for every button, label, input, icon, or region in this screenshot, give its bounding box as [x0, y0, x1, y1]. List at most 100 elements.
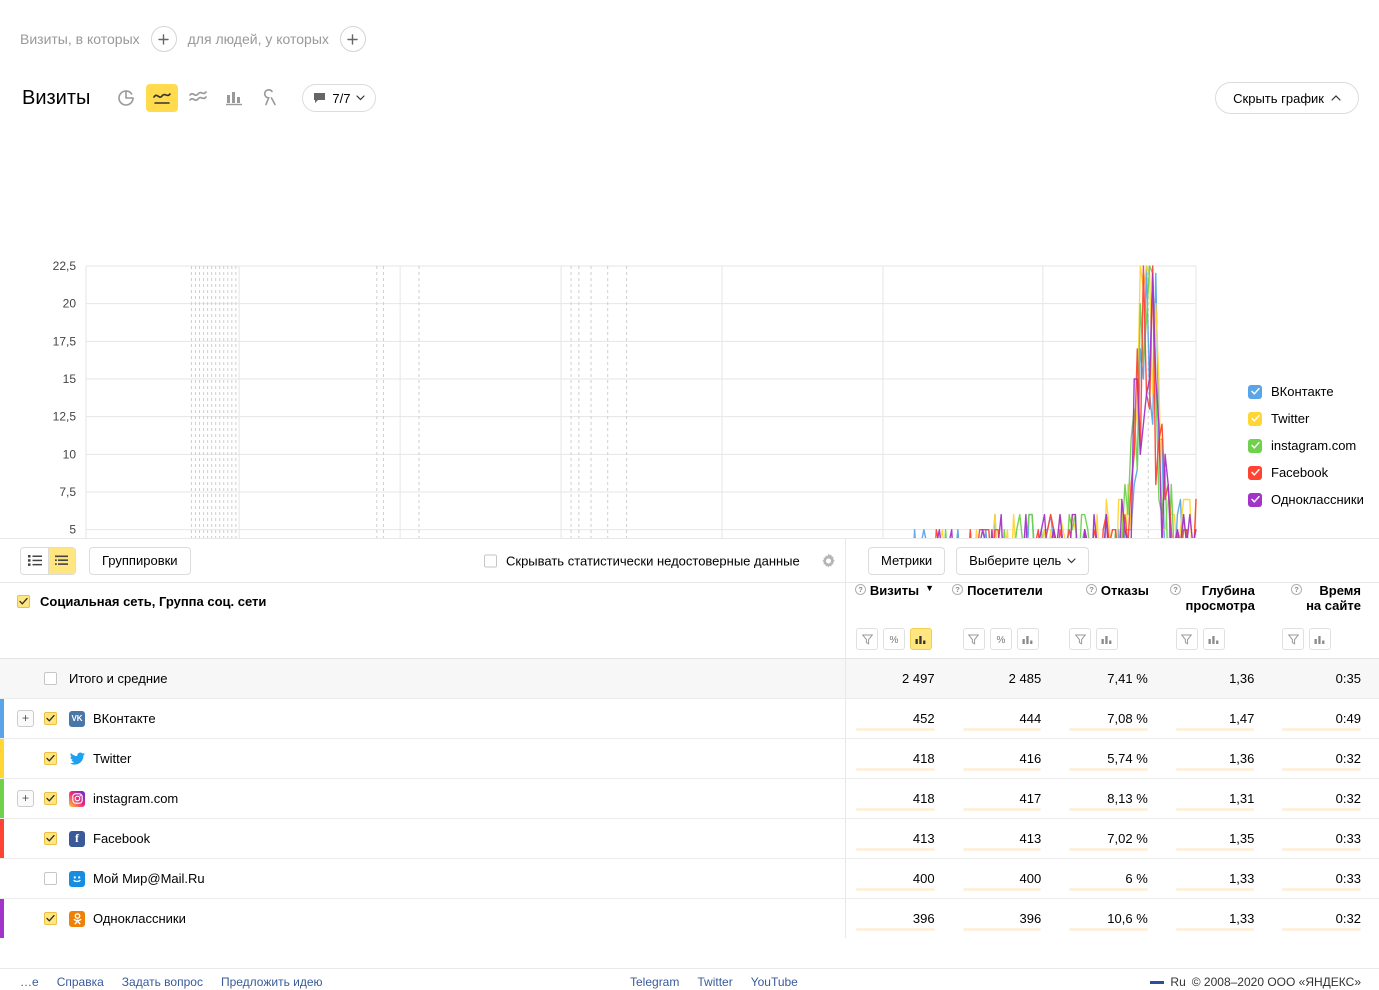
column-header-1[interactable]: ? Посетители — [952, 583, 1061, 620]
bars-icon — [1208, 636, 1219, 644]
view-map-button[interactable] — [254, 84, 286, 112]
row-checkbox[interactable] — [44, 712, 57, 725]
row-checkbox[interactable] — [44, 872, 57, 885]
column-header-3[interactable]: ? Глубина просмотра — [1167, 583, 1273, 620]
table-row[interactable]: Мой Мир@Mail.Ru 400 400 6 % 1,33 0:33 — [0, 858, 1379, 898]
filter-button[interactable] — [962, 628, 985, 650]
bars-button[interactable] — [1016, 628, 1039, 650]
column-header-2[interactable]: ? Отказы — [1061, 583, 1167, 620]
view-tree-list-button[interactable] — [48, 547, 75, 574]
cell-time: 0:33 — [1272, 819, 1379, 858]
legend-checkbox[interactable] — [1248, 438, 1262, 453]
add-visit-filter-button[interactable] — [150, 26, 177, 52]
footer-social-link[interactable]: YouTube — [751, 975, 798, 989]
lang-flag-icon — [1150, 980, 1165, 984]
table-row[interactable]: Twitter 418 416 5,74 % 1,36 0:32 — [0, 738, 1379, 778]
cell-depth: 1,47 — [1166, 699, 1273, 738]
series-color-stripe — [0, 819, 4, 858]
legend-item-одноклассники[interactable]: Одноклассники — [1248, 492, 1364, 507]
row-checkbox[interactable] — [44, 752, 57, 765]
cell-visitors: 2 485 — [953, 659, 1060, 698]
cell-visits: 400 — [846, 859, 953, 898]
footer-link[interactable]: Задать вопрос — [122, 975, 203, 989]
footer-social-link[interactable]: Telegram — [630, 975, 679, 989]
row-metrics: 418 417 8,13 % 1,31 0:32 — [845, 779, 1379, 818]
column-tools-2 — [1059, 620, 1166, 658]
chart-legend: ВКонтакте Twitter instagram.com Facebook Одн… — [1248, 384, 1364, 507]
legend-checkbox[interactable] — [1248, 411, 1262, 426]
bars-button[interactable] — [1309, 628, 1332, 650]
hide-unreliable-control[interactable]: Скрывать статистически недостоверные дан… — [484, 553, 836, 568]
footer-lang: Ru — [1170, 975, 1186, 989]
cell-value: 7,02 % — [1107, 830, 1148, 846]
chart-canvas[interactable]: 02,557,51012,51517,52022,5 26.11.1915.01… — [0, 118, 1379, 538]
footer-link[interactable]: Предложить идею — [221, 975, 323, 989]
filter-icon — [1287, 634, 1299, 645]
bars-button[interactable] — [1096, 628, 1119, 650]
cell-bar-track — [962, 848, 1042, 851]
cell-bounce: 6 % — [1059, 859, 1166, 898]
chart-gridlines — [85, 265, 1197, 538]
legend-item-facebook[interactable]: Facebook — [1248, 465, 1364, 480]
footer-social-link[interactable]: Twitter — [697, 975, 732, 989]
table-row-total[interactable]: Итого и средние 2 497 2 485 7,41 % 1,36 0:35 — [0, 658, 1379, 698]
legend-checkbox[interactable] — [1248, 384, 1262, 399]
cell-value: 413 — [912, 830, 935, 846]
cell-bar-track — [1282, 768, 1361, 771]
filter-button[interactable] — [1282, 628, 1305, 650]
filter-button[interactable] — [1069, 628, 1092, 650]
legend-item-instagram-com[interactable]: instagram.com — [1248, 438, 1364, 453]
goal-selector-button[interactable]: Выберите цель — [956, 546, 1090, 575]
comments-selector[interactable]: 7/7 — [302, 84, 377, 112]
row-checkbox[interactable] — [44, 672, 57, 685]
cell-visitors: 396 — [953, 899, 1060, 938]
cell-value: 5,74 % — [1107, 750, 1148, 766]
cell-value: 0:32 — [1335, 750, 1361, 766]
legend-checkbox[interactable] — [1248, 492, 1262, 507]
filter-button[interactable] — [1175, 628, 1198, 650]
hide-chart-button[interactable]: Скрыть график — [1215, 82, 1359, 114]
view-flat-list-button[interactable] — [21, 547, 48, 574]
column-header-4[interactable]: ? Время на сайте — [1273, 583, 1379, 620]
table-row[interactable]: + instagram.com 418 417 8,13 % 1,31 0:32 — [0, 778, 1379, 818]
svg-text:?: ? — [1089, 585, 1094, 594]
view-bar-chart-button[interactable] — [218, 84, 250, 112]
view-pie-chart-button[interactable] — [110, 84, 142, 112]
footer-link[interactable]: Справка — [57, 975, 104, 989]
y-axis-tick: 5 — [69, 523, 76, 537]
row-checkbox[interactable] — [44, 912, 57, 925]
view-area-chart-button[interactable] — [182, 84, 214, 112]
legend-item-вконтакте[interactable]: ВКонтакте — [1248, 384, 1364, 399]
hide-unreliable-checkbox[interactable] — [484, 554, 497, 567]
legend-checkbox[interactable] — [1248, 465, 1262, 480]
bars-button[interactable] — [1202, 628, 1225, 650]
filter-icon — [1181, 634, 1193, 645]
table-settings-button[interactable] — [821, 553, 836, 568]
table-row[interactable]: Одноклассники 396 396 10,6 % 1,33 0:32 — [0, 898, 1379, 938]
filter-button[interactable] — [856, 628, 878, 650]
row-checkbox[interactable] — [44, 792, 57, 805]
cell-visitors: 444 — [953, 699, 1060, 738]
cell-bar-track — [1069, 728, 1148, 731]
add-people-filter-button[interactable] — [339, 26, 366, 52]
table-row[interactable]: + VK ВКонтакте 452 444 7,08 % 1,47 0:49 — [0, 698, 1379, 738]
row-checkbox[interactable] — [44, 832, 57, 845]
view-line-chart-button[interactable] — [146, 84, 179, 112]
y-axis-tick: 10 — [63, 447, 77, 461]
row-metrics: 400 400 6 % 1,33 0:33 — [845, 859, 1379, 898]
expand-row-button[interactable]: + — [17, 710, 34, 727]
footer-link[interactable]: …е — [20, 975, 39, 989]
legend-item-twitter[interactable]: Twitter — [1248, 411, 1364, 426]
bars-button[interactable] — [910, 628, 932, 650]
column-header-0[interactable]: ? Визиты ▼ — [846, 583, 952, 620]
sort-desc-icon[interactable]: ▼ — [925, 583, 934, 593]
expand-row-button[interactable]: + — [17, 790, 34, 807]
table-row[interactable]: f Facebook 413 413 7,02 % 1,35 0:33 — [0, 818, 1379, 858]
percent-button[interactable]: % — [883, 628, 905, 650]
percent-button[interactable]: % — [989, 628, 1012, 650]
grouping-checkbox[interactable] — [17, 595, 30, 608]
metrics-button[interactable]: Метрики — [868, 546, 946, 575]
cell-depth: 1,36 — [1166, 659, 1273, 698]
groupings-button[interactable]: Группировки — [89, 546, 191, 575]
cell-bar-track — [1175, 888, 1255, 891]
